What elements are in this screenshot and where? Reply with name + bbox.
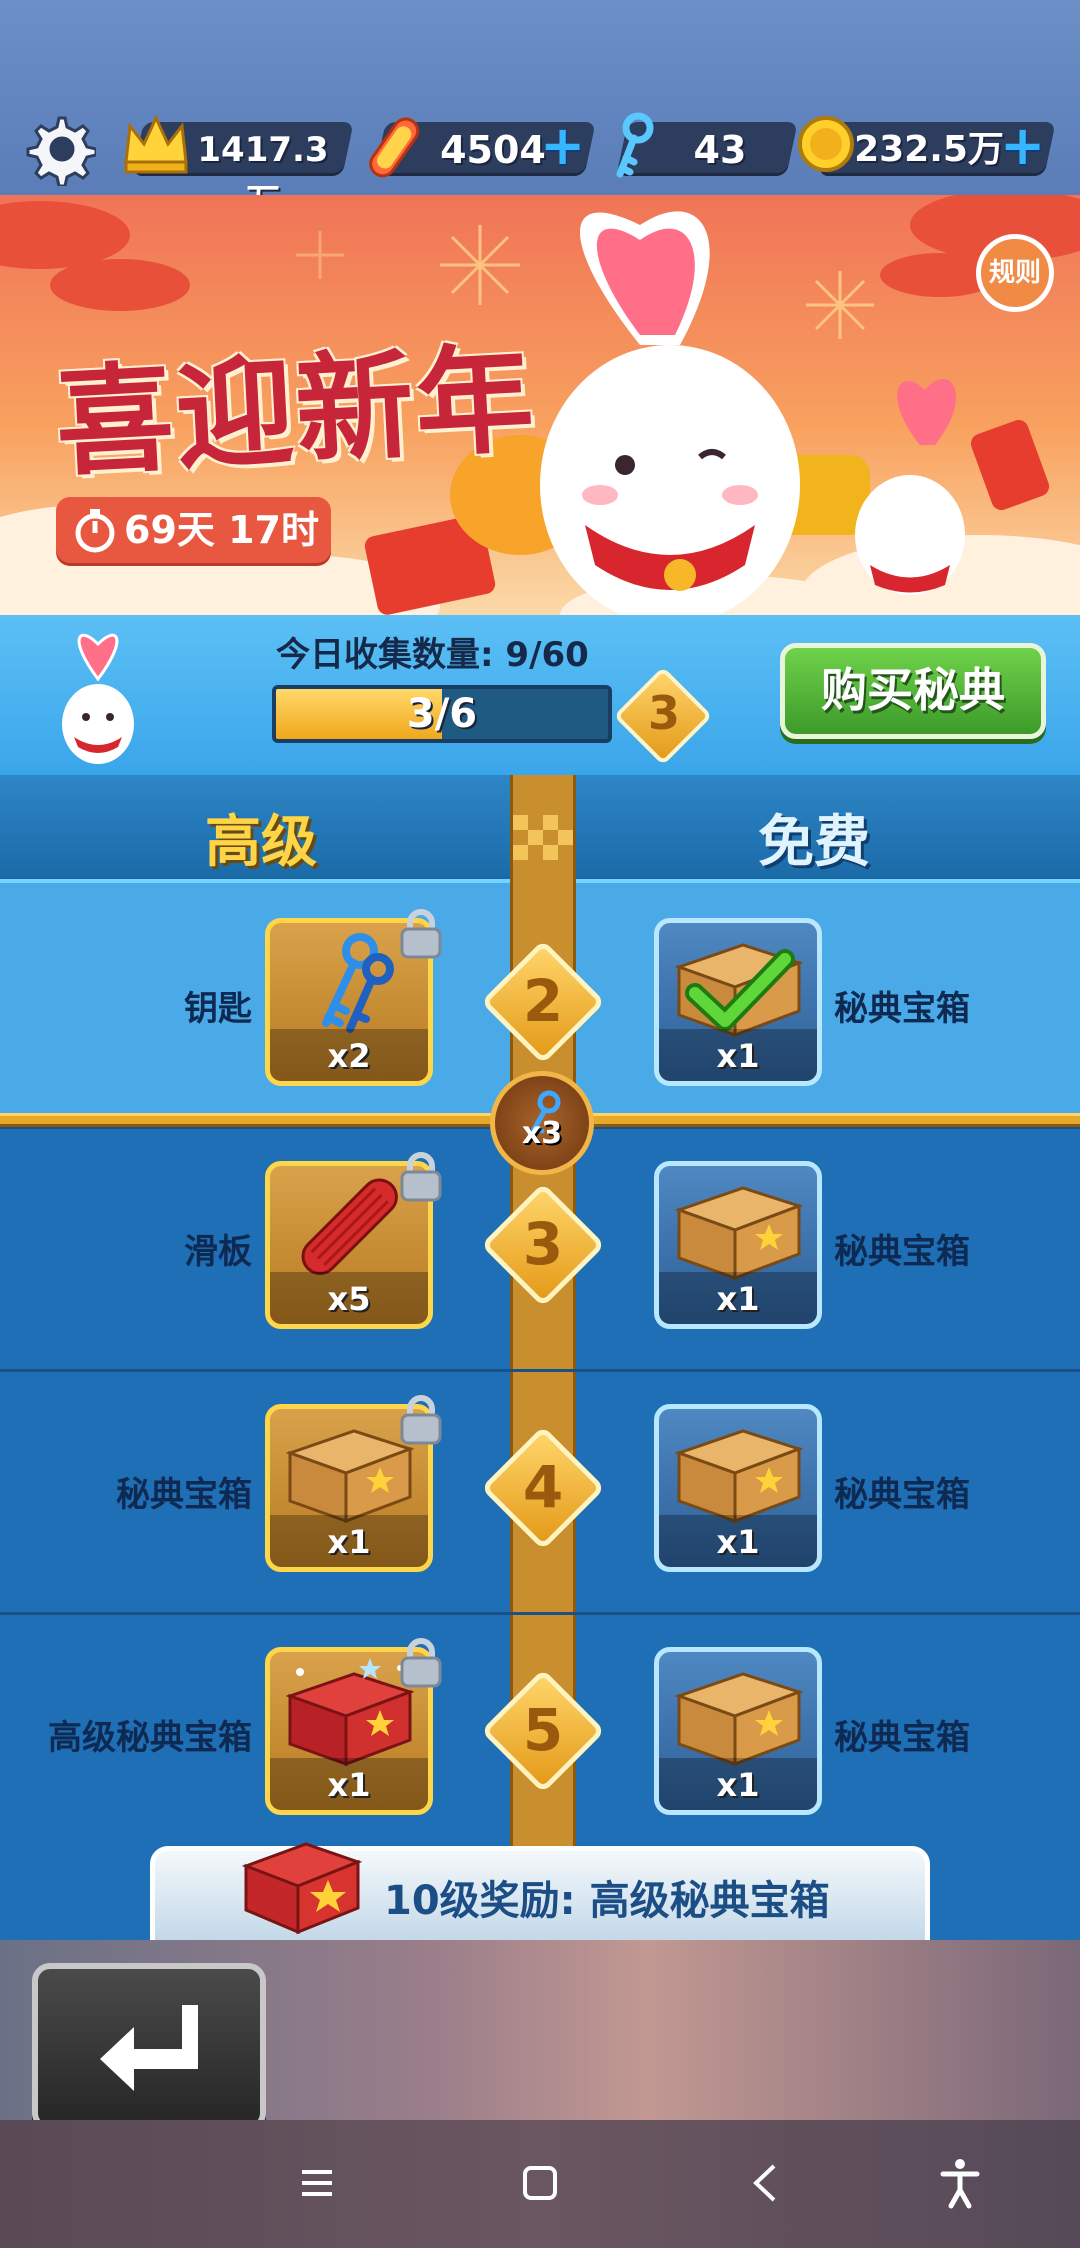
lock-icon xyxy=(400,1152,442,1202)
free-reward-card[interactable]: x1 xyxy=(654,1647,822,1815)
key-icon xyxy=(616,112,654,178)
free-reward-qty: x1 xyxy=(659,1029,817,1081)
lock-icon xyxy=(400,1395,442,1445)
free-reward-label: 秘典宝箱 xyxy=(834,1232,970,1272)
event-timer: 69天 17时 xyxy=(56,497,331,563)
level-progress-text: 3/6 xyxy=(406,691,478,737)
lock-icon xyxy=(400,909,442,959)
return-arrow-icon xyxy=(100,2005,198,2091)
premium-reward-label: 滑板 xyxy=(184,1232,252,1272)
boards-value: 4504 xyxy=(440,128,546,172)
premium-reward-qty: x5 xyxy=(270,1272,428,1324)
row-divider xyxy=(0,1369,1080,1372)
back-icon[interactable] xyxy=(732,2148,802,2218)
event-title: 喜迎新年 xyxy=(52,328,539,493)
timer-text: 69天 17时 xyxy=(124,508,319,552)
recent-apps-icon[interactable] xyxy=(282,2148,352,2218)
crate-icon xyxy=(674,1186,804,1281)
level-progress-bar: 3/6 xyxy=(272,685,612,743)
free-reward-qty: x1 xyxy=(659,1515,817,1567)
free-column-title: 免费 xyxy=(758,810,870,875)
free-column-header: 免费 xyxy=(576,775,1080,883)
premium-reward-label: 钥匙 xyxy=(184,989,252,1029)
home-icon[interactable] xyxy=(505,2148,575,2218)
gear-icon[interactable] xyxy=(22,112,96,186)
free-reward-qty: x1 xyxy=(659,1758,817,1810)
free-reward-label: 秘典宝箱 xyxy=(834,1475,970,1515)
free-reward-label: 秘典宝箱 xyxy=(834,1718,970,1758)
free-reward-qty: x1 xyxy=(659,1272,817,1324)
step-number: 2 xyxy=(522,967,564,1035)
reward-row-4: 秘典宝箱 x1 4 x1 秘典宝箱 xyxy=(0,1369,1080,1612)
crate-claimed-icon xyxy=(674,943,804,1038)
row-divider xyxy=(0,1612,1080,1615)
skateboard-icon xyxy=(369,117,420,178)
premium-reward-label: 秘典宝箱 xyxy=(116,1475,252,1515)
rules-button[interactable]: 规则 xyxy=(976,234,1054,312)
crowns-value: 1417.3万 xyxy=(197,130,329,222)
step-number: 3 xyxy=(522,1210,564,1278)
coin-icon xyxy=(798,116,854,172)
red-chest-icon xyxy=(241,1842,363,1935)
step-number: 4 xyxy=(522,1453,564,1521)
current-level-number: 3 xyxy=(647,686,680,740)
accessibility-icon[interactable] xyxy=(925,2148,995,2218)
coins-value: 232.5万 xyxy=(854,129,1004,170)
buy-pass-button[interactable]: 购买秘典 xyxy=(780,643,1046,739)
menu-button[interactable] xyxy=(32,1963,266,2131)
keys-value: 43 xyxy=(693,128,747,172)
pass-reward-track[interactable]: 高级 免费 钥匙 x2 2 x1 秘典宝箱 滑板 x5 3 x1 秘典宝箱 秘典… xyxy=(0,775,1080,1940)
free-reward-card[interactable]: x1 xyxy=(654,1161,822,1329)
stopwatch-icon xyxy=(75,509,115,553)
free-reward-card[interactable]: x1 xyxy=(654,1404,822,1572)
premium-column-header: 高级 xyxy=(0,775,510,883)
crate-icon xyxy=(674,1672,804,1767)
free-reward-card[interactable]: x1 xyxy=(654,918,822,1086)
premium-reward-qty: x1 xyxy=(270,1515,428,1567)
add-boards-button[interactable]: + xyxy=(540,119,585,173)
rabbit-avatar-icon xyxy=(62,633,134,764)
marker-qty: x3 xyxy=(521,1116,563,1151)
premium-reward-qty: x1 xyxy=(270,1758,428,1810)
free-reward-label: 秘典宝箱 xyxy=(834,989,970,1029)
crate-icon xyxy=(674,1429,804,1524)
current-progress-marker: x3 xyxy=(490,1071,594,1175)
reward-row-5: 高级秘典宝箱 x1 5 x1 秘典宝箱 xyxy=(0,1612,1080,1855)
event-banner: 喜迎新年 规则 69天 17时 xyxy=(0,195,1080,615)
level-10-reward-text: 10级奖励: 高级秘典宝箱 xyxy=(384,1878,830,1924)
premium-reward-qty: x2 xyxy=(270,1029,428,1081)
step-number: 5 xyxy=(522,1696,564,1764)
premium-column-title: 高级 xyxy=(205,810,317,875)
lock-icon xyxy=(400,1638,442,1688)
crown-icon xyxy=(124,114,188,174)
add-coins-button[interactable]: + xyxy=(1000,119,1045,173)
daily-collect-label: 今日收集数量: 9/60 xyxy=(276,635,589,675)
premium-reward-label: 高级秘典宝箱 xyxy=(48,1718,252,1758)
